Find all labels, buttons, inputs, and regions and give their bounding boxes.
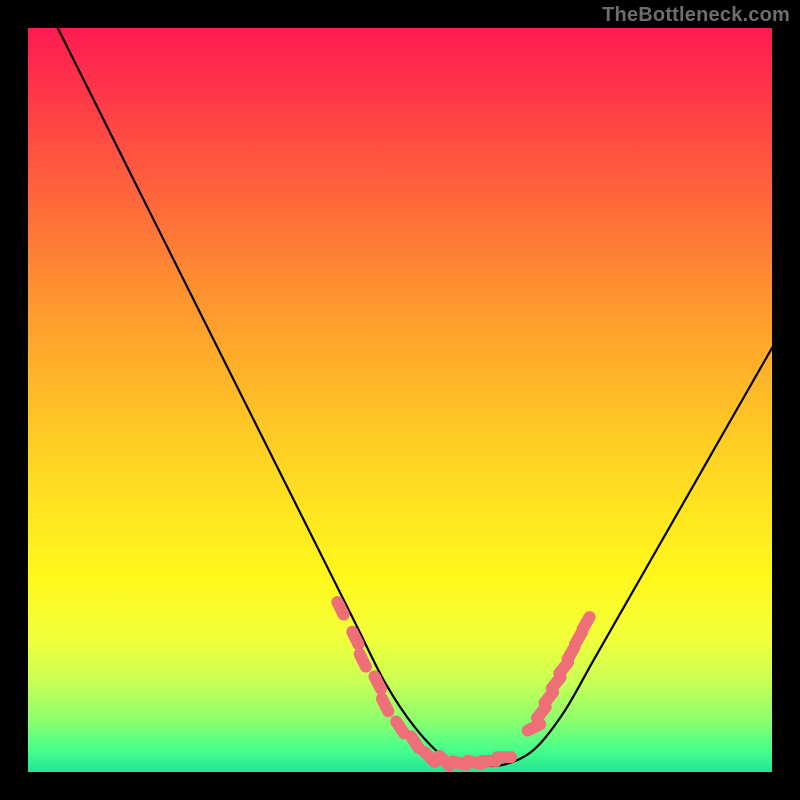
highlight-point [453, 761, 467, 764]
highlight-point [375, 676, 381, 689]
chart-frame: TheBottleneck.com [0, 0, 800, 800]
highlight-point [360, 654, 366, 667]
highlight-point [559, 662, 568, 673]
highlight-point [396, 722, 404, 734]
watermark-text: TheBottleneck.com [602, 4, 790, 27]
highlight-point [411, 736, 419, 748]
highlight-point [568, 647, 575, 659]
highlight-point [425, 752, 435, 762]
highlight-point [544, 692, 553, 703]
chart-svg [28, 28, 772, 772]
highlight-point [352, 632, 358, 645]
highlight-point [528, 724, 541, 730]
points-group [337, 602, 589, 766]
plot-area [28, 28, 772, 772]
curve-group [58, 28, 772, 766]
bottleneck-curve [58, 28, 772, 766]
highlight-point [468, 761, 482, 764]
highlight-point [583, 617, 590, 629]
highlight-point [337, 602, 343, 615]
highlight-point [382, 699, 388, 712]
highlight-point [537, 707, 546, 718]
highlight-point [552, 677, 561, 688]
highlight-point [575, 632, 582, 644]
highlight-point [440, 756, 450, 766]
